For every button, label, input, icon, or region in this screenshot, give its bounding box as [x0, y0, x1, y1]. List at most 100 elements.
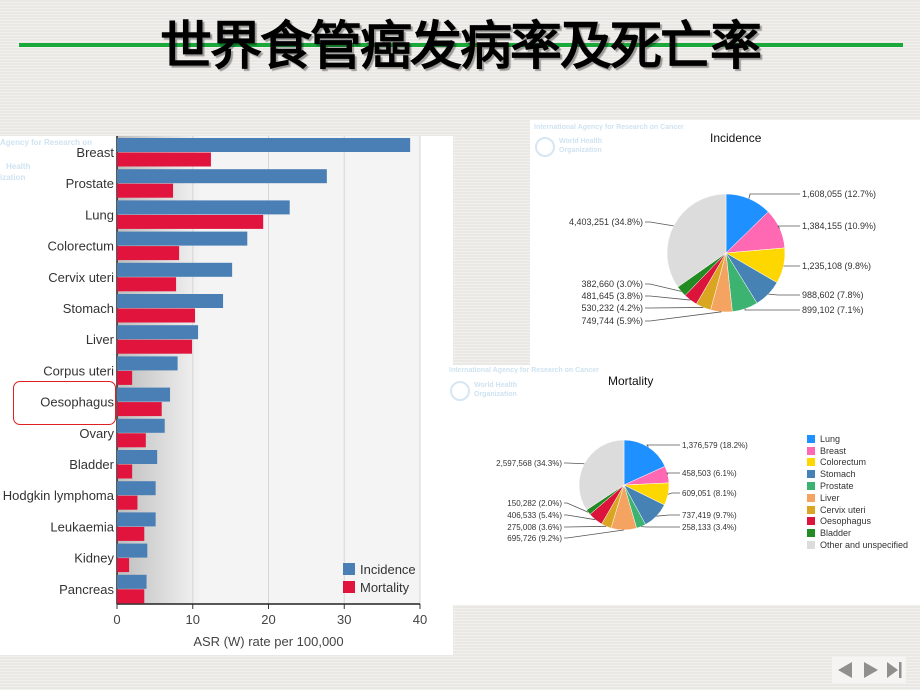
legend-swatch — [807, 541, 815, 550]
leader-line — [777, 225, 800, 229]
leader-line — [645, 311, 722, 322]
legend-swatch — [807, 482, 815, 491]
legend-label: Breast — [820, 445, 847, 456]
mortality-bar — [117, 558, 130, 573]
category-label: Stomach — [63, 301, 114, 316]
x-tick-label: 40 — [413, 612, 427, 627]
category-label: Leukaemia — [50, 519, 114, 534]
legend-label: Lung — [820, 433, 841, 444]
incidence-bar — [117, 418, 165, 433]
leader-line — [564, 514, 596, 521]
legend-label: Liver — [820, 492, 840, 503]
mortality-bar — [117, 526, 145, 541]
mortality-bar — [117, 214, 264, 229]
legend-label-mortality: Mortality — [360, 580, 410, 595]
incidence-bar — [117, 325, 199, 340]
category-label: Ovary — [79, 426, 114, 441]
leader-line — [646, 444, 680, 448]
legend-label-incidence: Incidence — [360, 562, 416, 577]
legend-item: Oesophagus — [807, 516, 908, 528]
incidence-bar — [117, 574, 147, 589]
previous-slide-button[interactable] — [832, 657, 858, 683]
legend-label: Oesophagus — [820, 516, 872, 527]
legend-label: Cervix uteri — [820, 504, 866, 515]
slice-value-label: 1,376,579 (18.2%) — [682, 441, 748, 450]
category-label: Corpus uteri — [43, 363, 114, 378]
leader-line — [645, 295, 691, 301]
legend-label: Stomach — [820, 469, 856, 480]
leader-line — [645, 283, 682, 292]
incidence-pie-panel: International Agency for Research on Can… — [530, 120, 920, 365]
legend-item: Colorectum — [807, 457, 908, 469]
legend-label: Colorectum — [820, 457, 867, 468]
category-label: Hodgkin lymphoma — [3, 488, 115, 503]
legend-swatch — [807, 517, 815, 526]
category-label: Liver — [86, 332, 115, 347]
x-axis-label: ASR (W) rate per 100,000 — [193, 634, 343, 649]
legend-swatch — [807, 434, 815, 443]
skip-to-end-icon — [887, 662, 902, 678]
slice-value-label: 609,051 (8.1%) — [682, 489, 737, 498]
last-slide-button[interactable] — [884, 657, 906, 683]
slide-title: 世界食管癌发病率及死亡率 — [159, 17, 762, 77]
next-slide-button[interactable] — [858, 657, 884, 683]
mortality-bar — [117, 183, 174, 198]
legend-swatch-incidence — [343, 563, 355, 575]
legend-swatch — [807, 505, 815, 514]
slice-value-label: 406,533 (5.4%) — [507, 511, 562, 520]
incidence-bar — [117, 200, 290, 215]
leader-line — [768, 293, 800, 296]
legend-item: Prostate — [807, 480, 908, 492]
category-label: Prostate — [66, 176, 114, 191]
leader-line — [564, 529, 624, 539]
x-tick-label: 0 — [113, 612, 120, 627]
legend-swatch — [807, 493, 815, 502]
incidence-bar — [117, 356, 178, 371]
slice-value-label: 2,597,568 (34.3%) — [496, 459, 562, 468]
slice-value-label: 150,282 (2.0%) — [507, 499, 562, 508]
x-tick-label: 30 — [337, 612, 351, 627]
legend-swatch — [807, 470, 815, 479]
incidence-bar — [117, 231, 248, 246]
leader-line — [564, 525, 607, 528]
legend-swatch — [807, 446, 815, 455]
legend-item: Lung — [807, 433, 908, 445]
mortality-legend: Lung Breast Colorectum Stomach Prostate Liver… — [807, 433, 908, 551]
slice-value-label: 458,503 (6.1%) — [682, 469, 737, 478]
incidence-bar — [117, 543, 148, 558]
who-watermark-line1: Health — [6, 162, 31, 171]
legend-item: Bladder — [807, 527, 908, 539]
triangle-right-icon — [864, 662, 878, 678]
mortality-bar — [117, 246, 180, 261]
legend-item: Other and unspecified — [807, 539, 908, 551]
category-label: Cervix uteri — [48, 270, 114, 285]
mortality-bar — [117, 308, 196, 323]
legend-item: Stomach — [807, 468, 908, 480]
slice-value-label: 275,008 (3.6%) — [507, 523, 562, 532]
legend-label: Bladder — [820, 528, 852, 539]
legend-swatch — [807, 529, 815, 538]
mortality-bar — [117, 495, 138, 510]
incidence-bar — [117, 294, 224, 308]
slice-value-label: 481,645 (3.8%) — [581, 291, 643, 301]
slice-value-label: 988,602 (7.8%) — [802, 290, 864, 300]
legend-item: Breast — [807, 445, 908, 457]
incidence-bar — [117, 481, 156, 496]
incidence-bar — [117, 169, 327, 184]
leader-line — [667, 492, 680, 495]
mortality-bar — [117, 402, 162, 417]
mortality-bar — [117, 433, 146, 448]
slice-value-label: 530,232 (4.2%) — [581, 303, 643, 313]
slice-value-label: 1,608,055 (12.7%) — [802, 189, 876, 199]
leader-line — [748, 193, 800, 199]
slice-value-label: 1,384,155 (10.9%) — [802, 221, 876, 231]
category-label: Pancreas — [59, 582, 114, 597]
legend-label: Prostate — [820, 481, 854, 492]
triangle-left-icon — [838, 662, 852, 678]
mortality-bar — [117, 464, 133, 479]
x-tick-label: 20 — [261, 612, 275, 627]
incidence-pie-chart: 1,608,055 (12.7%) 1,384,155 (10.9%) 1,235,… — [569, 189, 876, 326]
slice-value-label: 4,403,251 (34.8%) — [569, 217, 643, 227]
slice-value-label: 899,102 (7.1%) — [802, 305, 864, 315]
legend-item: Cervix uteri — [807, 504, 908, 516]
